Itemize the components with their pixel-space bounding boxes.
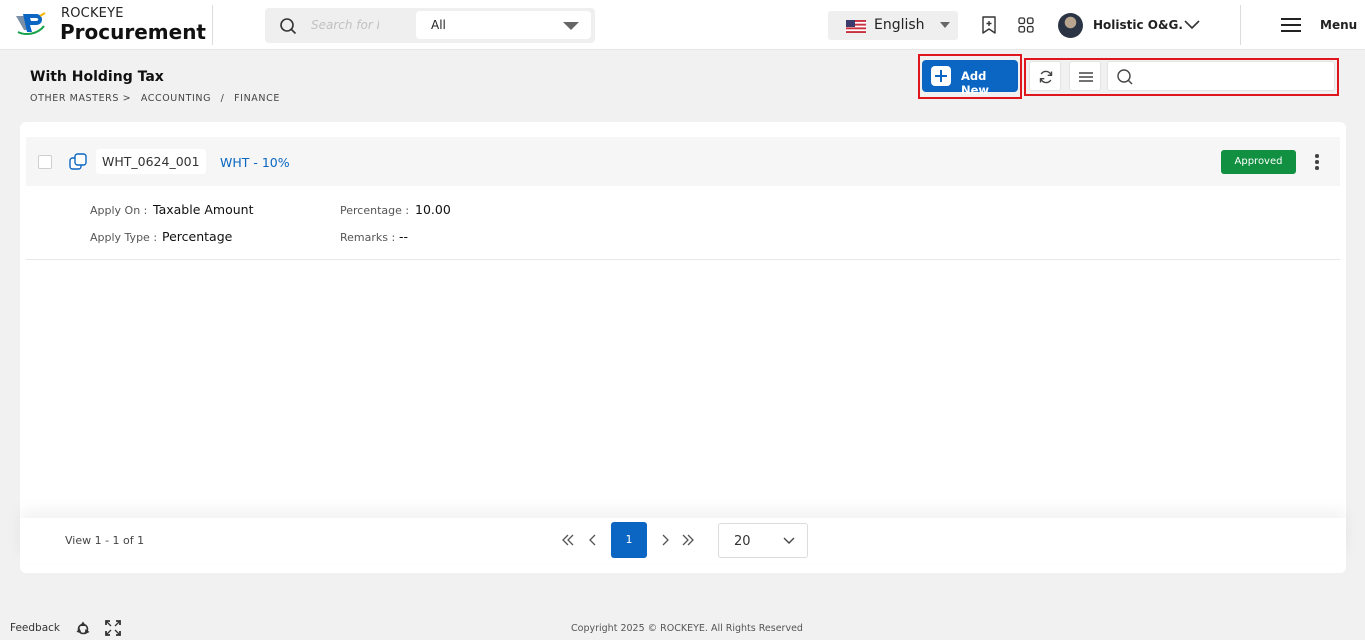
record-code: WHT_0624_001	[96, 149, 206, 174]
search-category-value: All	[431, 18, 446, 32]
record-list-card: WHT_0624_001 WHT - 10% Approved Apply On…	[20, 122, 1346, 573]
record-name-link[interactable]: WHT - 10%	[220, 155, 290, 170]
copyright-text: Copyright 2025 © ROCKEYE. All Rights Res…	[571, 623, 803, 634]
search-icon[interactable]	[279, 17, 297, 35]
apply-type-label: Apply Type :	[90, 231, 158, 244]
language-label: English	[874, 17, 925, 33]
user-avatar[interactable]	[1058, 13, 1083, 38]
brand-subtitle: ROCKEYE	[61, 6, 124, 21]
refresh-button[interactable]	[1029, 61, 1061, 91]
breadcrumb-separator: /	[220, 93, 225, 104]
chevron-down-icon	[783, 537, 795, 544]
apps-grid-icon[interactable]	[1016, 15, 1036, 35]
chevron-down-icon[interactable]	[1184, 18, 1200, 32]
page-size-select[interactable]: 20	[718, 523, 808, 558]
percentage-value: 10.00	[415, 202, 451, 217]
page-number-current[interactable]: 1	[611, 522, 647, 558]
plus-icon	[931, 66, 951, 86]
header-divider	[1240, 5, 1241, 45]
next-page-icon[interactable]	[657, 532, 673, 548]
fullscreen-icon[interactable]	[105, 620, 121, 636]
page-title: With Holding Tax	[30, 69, 164, 85]
menu-label[interactable]: Menu	[1320, 18, 1357, 32]
record-checkbox[interactable]	[38, 155, 52, 169]
global-search-input[interactable]	[311, 15, 379, 35]
hamburger-icon[interactable]	[1281, 17, 1301, 33]
list-icon	[1079, 72, 1093, 82]
record-search	[1107, 61, 1335, 91]
apply-on-label: Apply On :	[90, 204, 148, 217]
page-size-value: 20	[734, 534, 751, 549]
global-search: All	[265, 8, 595, 43]
add-new-label: Add New	[961, 69, 990, 97]
view-count: View 1 - 1 of 1	[65, 534, 145, 547]
record-row-header[interactable]: WHT_0624_001 WHT - 10% Approved	[26, 137, 1340, 186]
record-search-input[interactable]	[1140, 67, 1328, 87]
last-page-icon[interactable]	[680, 532, 696, 548]
more-options-icon[interactable]	[1314, 154, 1320, 170]
language-select[interactable]: English	[828, 11, 958, 40]
bookmark-add-icon[interactable]	[979, 15, 999, 35]
remarks-label: Remarks :	[340, 231, 396, 244]
caret-down-icon	[940, 22, 950, 28]
prev-page-icon[interactable]	[585, 532, 601, 548]
add-new-button[interactable]: Add New	[922, 60, 1018, 97]
breadcrumb-item[interactable]: FINANCE	[234, 93, 280, 104]
rockeye-logo-icon[interactable]	[14, 12, 46, 36]
breadcrumb-item[interactable]: OTHER MASTERS >	[30, 93, 131, 104]
copy-icon[interactable]	[68, 152, 88, 172]
header-divider	[212, 5, 213, 45]
first-page-icon[interactable]	[560, 532, 576, 548]
status-badge: Approved	[1221, 150, 1296, 174]
brand-title: Procurement	[60, 20, 206, 44]
search-icon[interactable]	[1116, 68, 1134, 86]
row-divider	[26, 259, 1340, 260]
feedback-link[interactable]: Feedback	[10, 622, 60, 634]
us-flag-icon	[846, 20, 866, 33]
breadcrumb-item[interactable]: ACCOUNTING	[141, 93, 211, 104]
refresh-icon	[1039, 70, 1053, 84]
apply-type-value: Percentage	[162, 229, 233, 244]
list-view-button[interactable]	[1069, 61, 1101, 91]
recycle-icon[interactable]	[75, 620, 91, 636]
percentage-label: Percentage :	[340, 204, 410, 217]
user-name[interactable]: Holistic O&G.	[1093, 18, 1183, 32]
caret-down-icon	[563, 22, 579, 30]
top-header: ROCKEYE Procurement All English	[0, 0, 1365, 50]
search-category-select[interactable]: All	[416, 11, 591, 39]
apply-on-value: Taxable Amount	[153, 202, 254, 217]
remarks-value: --	[399, 229, 409, 244]
breadcrumb: OTHER MASTERS > ACCOUNTING / FINANCE	[30, 93, 286, 104]
pagination-bar: View 1 - 1 of 1 1 20	[20, 518, 1346, 563]
